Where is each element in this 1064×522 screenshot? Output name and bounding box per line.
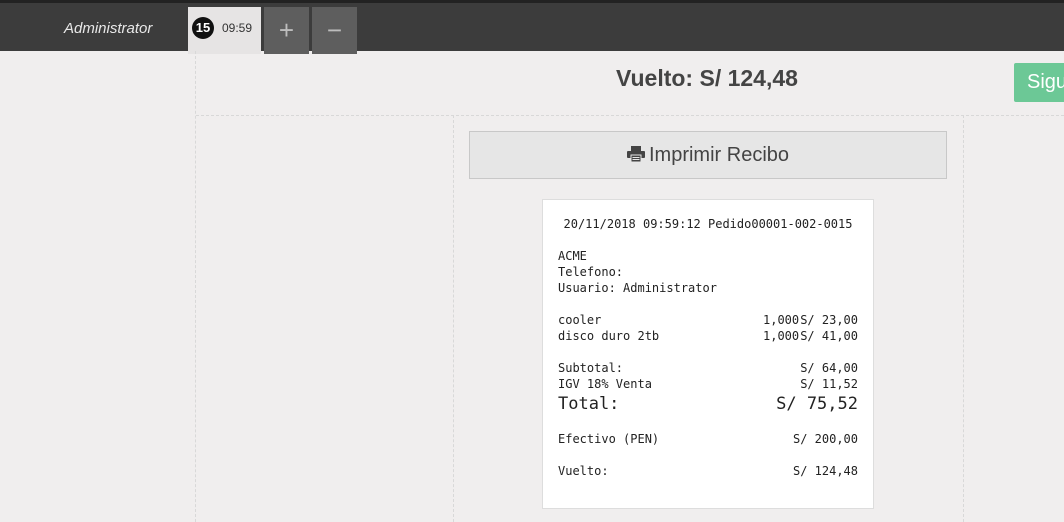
order-number-badge: 15 [192, 17, 214, 39]
receipt-item: cooler 1,000 S/ 23,00 [558, 313, 858, 327]
change-value: S/ 124,48 [792, 464, 858, 478]
payment-row: Efectivo (PEN) S/ 200,00 [558, 432, 858, 446]
print-receipt-label: Imprimir Recibo [648, 144, 790, 166]
print-receipt-button[interactable]: Imprimir Recibo [469, 131, 947, 179]
change-label: Vuelto: [558, 464, 609, 478]
change-row: Vuelto: S/ 124,48 [558, 464, 858, 478]
user-name: Administrator [64, 20, 153, 37]
next-button[interactable]: Sigu [1014, 63, 1064, 102]
receipt-phone: Telefono: [558, 265, 624, 279]
subtotal-value: S/ 64,00 [800, 361, 858, 375]
top-bar: Administrator 15 09:59 + − [0, 0, 1064, 54]
receipt-user: Usuario: Administrator [558, 281, 717, 295]
total-row: Total: S/ 75,52 [558, 394, 858, 414]
add-order-button[interactable]: + [264, 7, 309, 54]
item-name: cooler [558, 313, 602, 327]
tax-row: IGV 18% Venta S/ 11,52 [558, 377, 858, 391]
total-label: Total: [558, 394, 620, 414]
item-quantity: 1,000 [763, 329, 800, 343]
receipt-header: 20/11/2018 09:59:12 Pedido00001-002-0015 [563, 217, 853, 231]
payment-value: S/ 200,00 [792, 432, 858, 446]
layout-divider [195, 51, 196, 522]
tax-label: IGV 18% Venta [558, 377, 652, 391]
payment-label: Efectivo (PEN) [558, 432, 660, 446]
item-price: S/ 23,00 [800, 313, 858, 327]
item-price: S/ 41,00 [800, 329, 858, 343]
order-time: 09:59 [222, 21, 253, 35]
receipt-company: ACME [558, 249, 587, 263]
item-name: disco duro 2tb [558, 329, 660, 343]
layout-divider [196, 115, 1064, 116]
change-amount-title: Vuelto: S/ 124,48 [616, 65, 798, 91]
receipt-item: disco duro 2tb 1,000 S/ 41,00 [558, 329, 858, 343]
subtotal-label: Subtotal: [558, 361, 624, 375]
remove-order-button[interactable]: − [312, 7, 357, 54]
order-tab[interactable]: 15 09:59 [188, 7, 261, 54]
printer-icon [626, 133, 645, 179]
layout-divider [453, 115, 454, 522]
tax-value: S/ 11,52 [800, 377, 858, 391]
total-value: S/ 75,52 [776, 394, 858, 414]
layout-divider [963, 115, 964, 522]
item-quantity: 1,000 [763, 313, 800, 327]
receipt: 20/11/2018 09:59:12 Pedido00001-002-0015… [542, 199, 874, 509]
subtotal-row: Subtotal: S/ 64,00 [558, 361, 858, 375]
